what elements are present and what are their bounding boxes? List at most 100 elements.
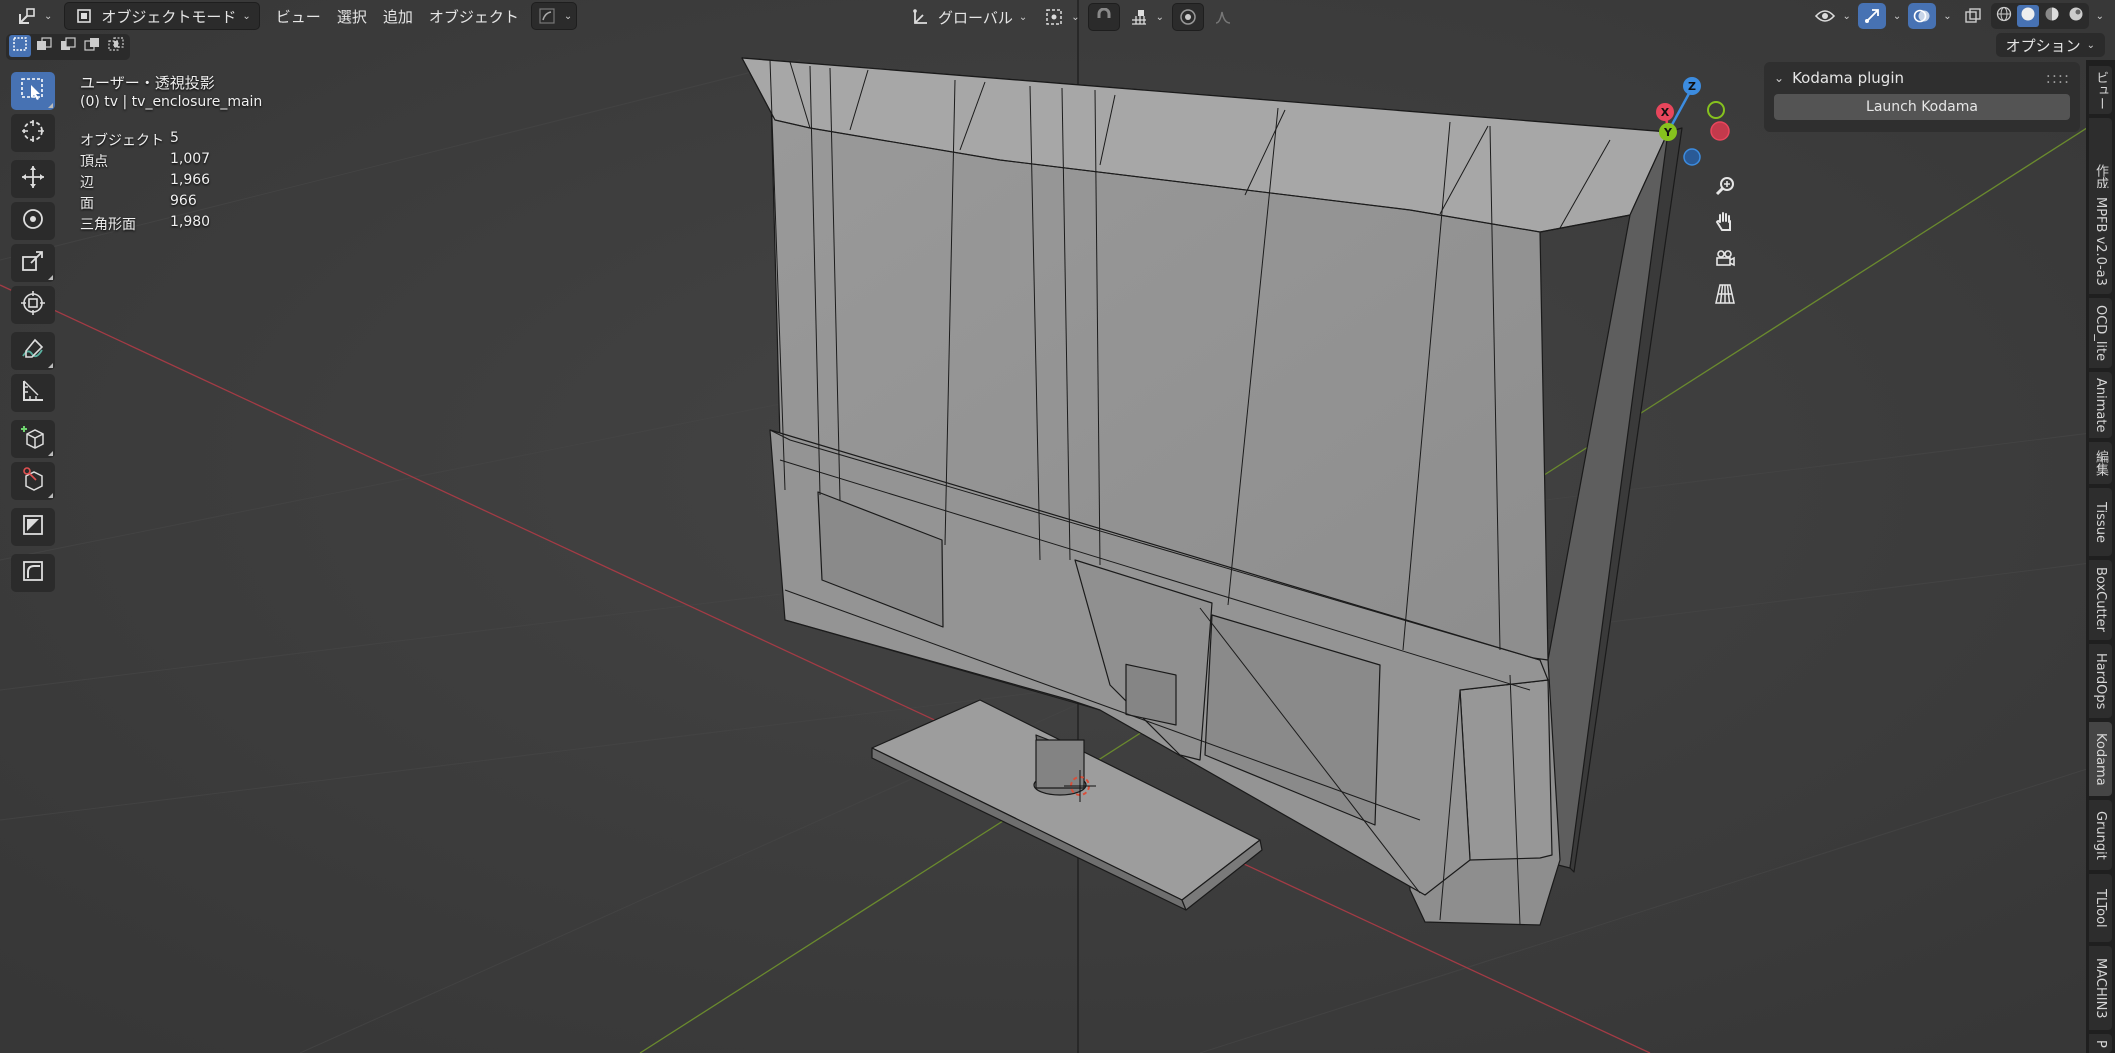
chevron-down-icon: ⌄ [1774, 71, 1785, 85]
proportional-edit-icon [1177, 6, 1199, 28]
camera-view-button[interactable] [1709, 244, 1741, 276]
tool-move[interactable] [11, 160, 55, 198]
chevron-down-icon: ⌄ [1842, 10, 1851, 22]
tab-grungit[interactable]: Grungit [2089, 800, 2112, 870]
select-subtract-button[interactable] [57, 35, 79, 57]
tab-view[interactable]: ビュー [2089, 66, 2112, 114]
launch-kodama-button[interactable]: Launch Kodama [1774, 94, 2070, 120]
options-dropdown[interactable]: オプション ⌄ [1995, 33, 2105, 57]
cursor-icon [20, 118, 46, 148]
tab-mpfb[interactable]: MPFB v2.0-a3 [2089, 188, 2112, 294]
3d-viewport[interactable]: Z X Y [0, 0, 2115, 1053]
magnet-icon [1093, 6, 1115, 28]
snap-target-dropdown[interactable]: ⌄ [1124, 4, 1168, 30]
viewport-info-overlay: ユーザー・透視投影 (0) tv | tv_enclosure_main オブジ… [80, 72, 262, 235]
pan-button[interactable] [1709, 208, 1741, 240]
select-invert-button[interactable] [81, 35, 103, 57]
tab-label: Kodama [2093, 732, 2108, 786]
menu-add[interactable]: 追加 [375, 3, 421, 29]
stat-value: 5 [170, 130, 179, 146]
tab-machin3[interactable]: MACHIN3 [2089, 946, 2112, 1030]
drag-handle-icon[interactable]: :::: [2046, 69, 2070, 87]
falloff-dropdown[interactable] [1208, 4, 1238, 30]
tool-measure[interactable] [11, 374, 55, 412]
material-sphere-icon [2044, 6, 2060, 26]
visibility-dropdown[interactable]: ⌄ [1811, 3, 1853, 29]
stat-row: 面 966 [80, 193, 262, 214]
proportional-edit-toggle[interactable] [1172, 3, 1205, 31]
tab-label: P [2093, 1039, 2108, 1048]
tab-tissue[interactable]: Tissue [2089, 488, 2112, 556]
tool-addon-cutter[interactable] [11, 462, 55, 500]
snap-toggle[interactable] [1087, 3, 1120, 31]
gizmo-x-label: X [1661, 106, 1670, 119]
falloff-curve-icon [1212, 6, 1234, 28]
stat-label: 面 [80, 196, 94, 212]
tool-addon-square[interactable] [11, 508, 55, 546]
overlay-toggle[interactable] [1908, 3, 1937, 29]
rendered-sphere-icon [2068, 6, 2084, 26]
tab-label: MPFB v2.0-a3 [2093, 196, 2108, 286]
sidebar-tabs: ビュー 作成 MPFB v2.0-a3 OCD_lite Animate 編集 … [2086, 60, 2115, 1053]
tab-tltool[interactable]: TLTool [2089, 874, 2112, 942]
ruler-icon [20, 378, 46, 408]
square-cut-icon [20, 512, 46, 542]
tool-add-cube[interactable] [11, 420, 55, 458]
mode-dropdown[interactable]: オブジェクトモード ⌄ [64, 2, 260, 30]
tool-annotate[interactable] [11, 332, 55, 370]
tab-ocd-lite[interactable]: OCD_lite [2089, 298, 2112, 368]
menu-select[interactable]: 選択 [329, 3, 375, 29]
tab-kodama[interactable]: Kodama [2089, 722, 2112, 796]
gizmo-toggle[interactable] [1857, 3, 1886, 29]
menu-object[interactable]: オブジェクト [421, 3, 527, 29]
mode-label: オブジェクトモード [101, 7, 237, 26]
menu-view-label: ビュー [275, 7, 321, 26]
overlay-dropdown[interactable]: ⌄ [1940, 3, 1954, 29]
stat-row: 頂点 1,007 [80, 151, 262, 172]
tab-hardops[interactable]: HardOps [2089, 644, 2112, 718]
tool-transform[interactable] [11, 286, 55, 324]
tab-animate[interactable]: Animate [2089, 372, 2112, 438]
menu-view[interactable]: ビュー [268, 3, 329, 29]
shading-solid-button[interactable] [2016, 5, 2039, 27]
tool-rotate[interactable] [11, 202, 55, 240]
shading-wireframe-button[interactable] [1993, 5, 2015, 27]
stat-row: オブジェクト 5 [80, 130, 262, 151]
editor-type-button[interactable]: ⌄ [8, 3, 60, 29]
select-new-button[interactable] [9, 35, 31, 57]
gpencil-dropdown[interactable]: ⌄ [530, 2, 578, 30]
select-extend-button[interactable] [33, 35, 55, 57]
xray-toggle[interactable] [1959, 3, 1987, 29]
select-box-icon [20, 76, 46, 106]
tool-scale[interactable] [11, 244, 55, 282]
stat-label: 頂点 [80, 154, 108, 170]
select-intersect-button[interactable] [105, 35, 127, 57]
hand-icon [1713, 210, 1737, 238]
zoom-button[interactable] [1709, 172, 1741, 204]
stroke-icon [536, 5, 558, 27]
panel-title: Kodama plugin [1792, 69, 1905, 87]
tab-label: Animate [2093, 377, 2108, 433]
tab-boxcutter[interactable]: BoxCutter [2089, 560, 2112, 640]
tab-p[interactable]: P [2089, 1034, 2112, 1053]
shading-dropdown[interactable]: ⌄ [2093, 3, 2107, 29]
transform-orientation-dropdown[interactable]: グローバル ⌄ [902, 4, 1035, 30]
pivot-icon [1043, 6, 1065, 28]
pivot-dropdown[interactable]: ⌄ [1039, 4, 1083, 30]
tool-select-box[interactable] [11, 72, 55, 110]
tool-addon-bevel[interactable] [11, 554, 55, 592]
perspective-toggle-button[interactable] [1709, 280, 1741, 312]
eye-icon [1814, 5, 1836, 27]
gizmo-dropdown[interactable]: ⌄ [1890, 3, 1904, 29]
kodama-panel-header[interactable]: ⌄ Kodama plugin :::: [1764, 62, 2080, 94]
shading-rendered-button[interactable] [2065, 5, 2087, 27]
viewport-header: ⌄ オブジェクトモード ⌄ ビュー 選択 追加 オブジェクト ⌄ グローバル ⌄… [0, 0, 2115, 32]
object-mode-icon [73, 5, 95, 27]
tab-edit[interactable]: 編集 [2089, 442, 2112, 484]
chevron-down-icon: ⌄ [1018, 11, 1028, 23]
tool-cursor[interactable] [11, 114, 55, 152]
shading-material-button[interactable] [2041, 5, 2063, 27]
tab-label: HardOps [2093, 652, 2108, 710]
chevron-down-icon: ⌄ [563, 10, 573, 22]
chevron-down-icon: ⌄ [1892, 10, 1902, 22]
